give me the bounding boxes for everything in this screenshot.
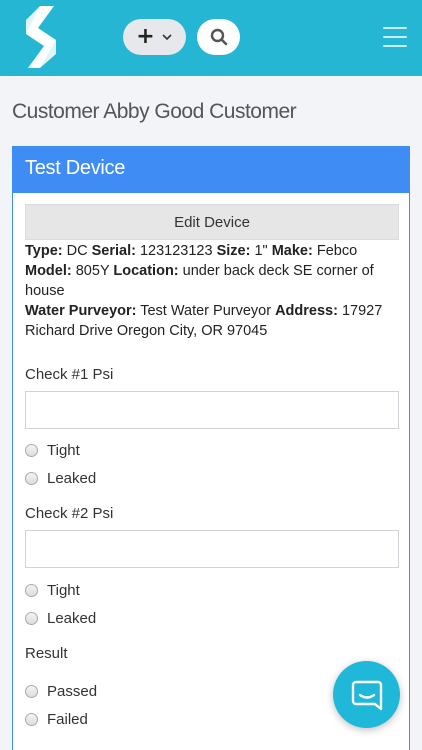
top-navigation-bar: + — [0, 0, 422, 76]
result-passed-label: Passed — [47, 683, 98, 700]
check1-leaked-radio[interactable]: Leaked — [25, 470, 96, 487]
serial-label: Serial: — [91, 243, 136, 259]
search-button[interactable] — [197, 19, 240, 55]
check2-tight-label: Tight — [47, 582, 80, 599]
radio-button-icon[interactable] — [25, 685, 38, 698]
check1-tight-radio[interactable]: Tight — [25, 442, 80, 459]
type-label: Type: — [25, 243, 63, 259]
size-value: 1" — [250, 243, 272, 259]
edit-device-button[interactable]: Edit Device — [25, 204, 399, 240]
check1-psi-label: Check #1 Psi — [25, 366, 114, 383]
location-label: Location: — [113, 263, 179, 279]
type-value: DC — [62, 243, 92, 259]
check2-tight-radio[interactable]: Tight — [25, 582, 80, 599]
check2-psi-label: Check #2 Psi — [25, 505, 114, 522]
add-new-button[interactable]: + — [123, 19, 186, 55]
radio-button-icon[interactable] — [25, 472, 38, 485]
device-info: Type: DC Serial: 123123123 Size: 1" Make… — [25, 241, 397, 341]
make-value: Febco — [312, 243, 358, 259]
serial-value: 123123123 — [135, 243, 217, 259]
water-purveyor-value: Test Water Purveyor — [136, 303, 276, 319]
hamburger-menu-icon[interactable] — [383, 27, 407, 47]
radio-button-icon[interactable] — [25, 713, 38, 726]
check1-tight-label: Tight — [47, 442, 80, 459]
model-value: 805Y — [71, 263, 114, 279]
address-label: Address: — [275, 303, 338, 319]
page-title: Customer Abby Good Customer — [12, 100, 297, 123]
chat-launcher-button[interactable] — [333, 661, 400, 728]
model-label: Model: — [25, 263, 72, 279]
make-label: Make: — [271, 243, 313, 259]
radio-button-icon[interactable] — [25, 444, 38, 457]
radio-button-icon[interactable] — [25, 612, 38, 625]
result-failed-label: Failed — [47, 711, 88, 728]
search-icon — [210, 28, 227, 46]
water-purveyor-label: Water Purveyor: — [25, 303, 137, 319]
check2-leaked-label: Leaked — [47, 610, 97, 627]
check1-leaked-label: Leaked — [47, 470, 97, 487]
device-card: Test Device Edit Device Type: DC Serial:… — [12, 146, 410, 750]
check2-psi-input[interactable] — [25, 530, 399, 568]
app-logo-icon[interactable] — [20, 6, 62, 68]
device-card-title: Test Device — [13, 147, 409, 193]
size-label: Size: — [216, 243, 251, 259]
result-label: Result — [25, 645, 68, 662]
plus-icon: + — [136, 24, 155, 49]
result-passed-radio[interactable]: Passed — [25, 683, 97, 700]
check2-leaked-radio[interactable]: Leaked — [25, 610, 96, 627]
chevron-down-icon — [162, 34, 172, 41]
chat-bubble-icon — [351, 680, 382, 710]
radio-button-icon[interactable] — [25, 584, 38, 597]
check1-psi-input[interactable] — [25, 391, 399, 429]
result-failed-radio[interactable]: Failed — [25, 711, 88, 728]
